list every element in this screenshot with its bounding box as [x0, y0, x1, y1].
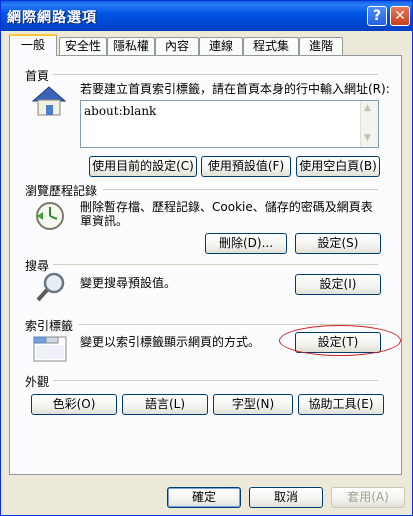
appearance-section-label: 外觀 [25, 375, 50, 389]
tab-connections[interactable]: 連線 [199, 37, 243, 55]
languages-button[interactable]: 語言(L) [122, 394, 208, 415]
tabs-description: 變更以索引標籤顯示網頁的方式。 [80, 335, 261, 349]
use-default-button[interactable]: 使用預設值(F) [201, 156, 291, 177]
tab-general[interactable]: 一般 [9, 34, 57, 56]
apply-button[interactable]: 套用(A) [331, 487, 405, 508]
appearance-separator [53, 380, 378, 381]
history-description: 刪除暫存檔、歷程記錄、Cookie、儲存的密碼及網頁表單資訊。 [80, 200, 373, 228]
accessibility-button[interactable]: 協助工具(E) [298, 394, 384, 415]
tab-privacy[interactable]: 隱私權 [107, 37, 155, 55]
home-separator [53, 74, 378, 75]
highlight-ellipse [279, 325, 401, 356]
home-page-value: about:blank [84, 104, 157, 118]
home-page-scrollbar[interactable]: ▲ ▼ [360, 101, 378, 147]
home-icon [31, 86, 67, 116]
tab-advanced[interactable]: 進階 [299, 37, 343, 55]
tab-content[interactable]: 內容 [155, 37, 199, 55]
internet-options-dialog: 網際網路選項 ? ✕ 一般 安全性 隱私權 內容 連線 程式集 進階 首頁 若要… [0, 0, 413, 516]
history-clock-icon [36, 202, 64, 230]
search-description: 變更搜尋預設值。 [80, 276, 177, 290]
history-section-label: 瀏覽歷程記錄 [25, 184, 98, 198]
history-settings-button[interactable]: 設定(S) [295, 233, 381, 254]
use-blank-button[interactable]: 使用空白頁(B) [296, 156, 380, 177]
window-title: 網際網路選項 [7, 10, 97, 26]
search-settings-button[interactable]: 設定(I) [295, 274, 381, 295]
tab-security[interactable]: 安全性 [59, 37, 107, 55]
use-current-button[interactable]: 使用目前的設定(C) [89, 156, 197, 177]
home-page-textarea[interactable]: about:blank ▲ ▼ [80, 100, 379, 148]
history-separator [103, 189, 378, 190]
title-bar[interactable]: 網際網路選項 ? ✕ [1, 1, 412, 31]
tabbed-window-icon [33, 336, 67, 362]
home-description: 若要建立首頁索引標籤，請在首頁本身的行中輸入網址(R): [80, 82, 390, 96]
scroll-down-icon: ▼ [364, 133, 371, 143]
home-section-label: 首頁 [25, 69, 50, 83]
cancel-button[interactable]: 取消 [249, 487, 323, 508]
magnifier-icon [36, 272, 65, 302]
colors-button[interactable]: 色彩(O) [31, 394, 117, 415]
scroll-up-icon: ▲ [364, 103, 371, 113]
ok-button[interactable]: 確定 [167, 487, 241, 508]
tab-programs[interactable]: 程式集 [243, 37, 299, 55]
delete-history-button[interactable]: 刪除(D)... [205, 233, 287, 254]
close-button[interactable]: ✕ [390, 6, 410, 26]
help-button[interactable]: ? [367, 6, 387, 26]
fonts-button[interactable]: 字型(N) [213, 394, 293, 415]
search-separator [53, 264, 378, 265]
tabs-section-label: 索引標籤 [25, 319, 74, 333]
